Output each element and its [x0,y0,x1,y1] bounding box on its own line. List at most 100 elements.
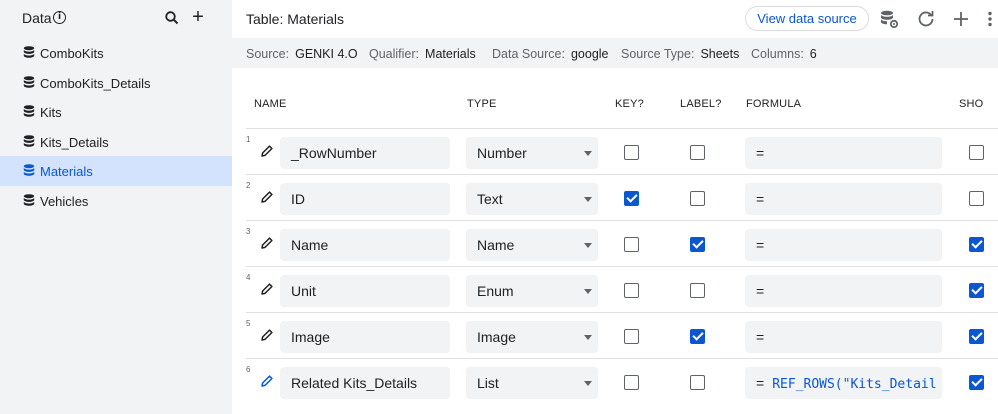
database-settings-icon[interactable] [879,9,899,29]
formula-equals: = [756,191,765,207]
sidebar-item[interactable]: ComboKits [0,38,232,68]
column-name-field[interactable]: Unit [280,275,450,307]
sidebar-item-label: ComboKits [40,46,104,61]
search-icon[interactable] [164,10,180,26]
row-number: 2 [246,181,251,190]
table-row: 1 _RowNumber Number = [246,128,998,174]
label-checkbox[interactable] [690,375,705,390]
formula-text: REF_ROWS("Kits_Detail [772,377,937,392]
view-data-source-button[interactable]: View data source [745,6,869,31]
show-checkbox[interactable] [969,145,984,160]
row-number: 5 [246,319,251,328]
sidebar-item-label: Kits_Details [40,134,109,150]
column-header-type: TYPE [467,98,497,110]
column-header-formula: FORMULA [746,98,802,110]
chevron-down-icon [584,243,592,248]
table-row: 6 Related Kits_Details List = REF_ROWS("Kits… [246,358,998,404]
column-type-select[interactable]: List [466,367,598,399]
sidebar-item[interactable]: Kits [0,97,232,127]
column-type-select[interactable]: Image [466,321,598,353]
formula-equals: = [756,237,765,253]
database-icon [23,75,35,88]
sidebar-title: Data [22,10,52,26]
pencil-icon[interactable] [260,236,274,250]
sidebar-item[interactable]: Vehicles [0,186,232,216]
pencil-icon[interactable] [260,328,274,342]
show-checkbox[interactable] [969,375,984,390]
key-checkbox[interactable] [624,237,639,252]
row-number: 4 [246,273,251,282]
show-checkbox[interactable] [969,191,984,206]
sidebar-item[interactable]: Materials [0,156,232,186]
sidebar: Data i + ComboKits ComboKits_Details Kits K… [0,0,232,414]
more-vert-icon[interactable] [980,9,998,29]
label-checkbox[interactable] [690,237,705,252]
pencil-icon[interactable] [260,282,274,296]
sidebar-item[interactable]: Kits_Details [0,127,232,157]
table-row: 3 Name Name = [246,220,998,266]
label-checkbox[interactable] [690,191,705,206]
sidebar-list: ComboKits ComboKits_Details Kits Kits_Detai… [0,38,232,215]
sidebar-item-label: ComboKits_Details [40,75,151,91]
show-checkbox[interactable] [969,329,984,344]
column-type-value: Enum [477,283,514,299]
label-checkbox[interactable] [690,145,705,160]
column-type-value: Image [477,329,516,345]
formula-field[interactable]: = [745,229,942,261]
key-checkbox[interactable] [624,375,639,390]
formula-field[interactable]: = [745,183,942,215]
column-type-select[interactable]: Number [466,137,598,169]
column-name-field[interactable]: _RowNumber [280,137,450,169]
chevron-down-icon [584,381,592,386]
column-header-name: NAME [254,98,287,110]
column-type-select[interactable]: Enum [466,275,598,307]
refresh-icon[interactable] [916,9,936,29]
column-name-field[interactable]: Name [280,229,450,261]
add-column-icon[interactable] [951,9,971,29]
show-checkbox[interactable] [969,237,984,252]
formula-equals: = [756,329,765,345]
sidebar-item[interactable]: ComboKits_Details [0,68,232,98]
column-type-value: List [477,375,499,391]
sidebar-item-label: Materials [40,164,93,179]
sidebar-item-label: Vehicles [40,193,89,209]
formula-field[interactable]: = [745,321,942,353]
column-type-select[interactable]: Name [466,229,598,261]
key-checkbox[interactable] [624,191,639,206]
column-type-value: Name [477,237,515,253]
sidebar-header: Data i + [0,0,232,36]
formula-equals: = [756,283,765,299]
label-checkbox[interactable] [690,329,705,344]
column-type-value: Number [477,145,527,161]
info-icon[interactable]: i [53,11,66,24]
info-qualifier: Qualifier: Materials [369,47,476,61]
column-name-field[interactable]: ID [280,183,450,215]
chevron-down-icon [584,197,592,202]
info-columns: Columns: 6 [751,47,817,61]
show-checkbox[interactable] [969,283,984,298]
formula-field[interactable]: = REF_ROWS("Kits_Detail [745,367,942,399]
row-number: 1 [246,135,251,144]
column-name-field[interactable]: Related Kits_Details [280,367,450,399]
key-checkbox[interactable] [624,283,639,298]
page-title: Table: Materials [246,11,345,27]
column-header-label: LABEL? [680,98,722,110]
key-checkbox[interactable] [624,145,639,160]
database-icon [23,105,35,117]
key-checkbox[interactable] [624,329,639,344]
formula-field[interactable]: = [745,137,942,169]
table-info-bar: Source: GENKI 4.O Qualifier: Materials Dat… [232,38,998,68]
pencil-icon[interactable] [260,374,274,388]
formula-field[interactable]: = [745,275,942,307]
info-source: Source: GENKI 4.O [246,47,358,61]
pencil-icon[interactable] [260,190,274,204]
pencil-icon[interactable] [260,144,274,158]
column-name-field[interactable]: Image [280,321,450,353]
database-icon [23,134,35,147]
info-data-source: Data Source: google [492,47,609,61]
column-type-select[interactable]: Text [466,183,598,215]
database-icon [23,193,35,206]
add-table-icon[interactable]: + [190,7,206,27]
table-row: 4 Unit Enum = [246,266,998,312]
label-checkbox[interactable] [690,283,705,298]
